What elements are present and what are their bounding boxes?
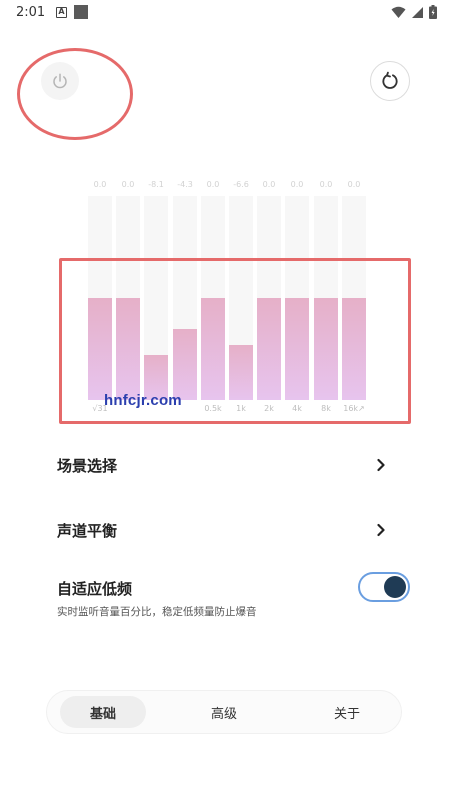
eq-band-value: -6.6	[233, 180, 249, 189]
image-placeholder-icon	[74, 5, 88, 19]
eq-band-value: 0.0	[121, 180, 135, 189]
scene-select-row[interactable]: 场景选择	[57, 455, 117, 476]
eq-band-value: 0.0	[347, 180, 361, 189]
notification-a-icon: A	[56, 7, 67, 18]
eq-band-value: -4.3	[177, 180, 193, 189]
eq-band-value: 0.0	[93, 180, 107, 189]
highlight-annotation-ellipse	[17, 48, 133, 140]
signal-icon	[412, 6, 423, 18]
battery-icon	[429, 5, 437, 19]
wifi-icon	[391, 6, 406, 18]
status-bar: 2:01 A	[0, 0, 449, 26]
reset-icon	[382, 71, 398, 89]
tab-basic[interactable]: 基础	[60, 696, 146, 728]
adaptive-bass-label: 自适应低频	[57, 580, 133, 598]
adaptive-bass-description: 实时监听音量百分比，稳定低频量防止爆音	[57, 606, 257, 618]
channel-balance-row[interactable]: 声道平衡	[57, 520, 117, 541]
bottom-tab-bar: 基础 高级 关于	[46, 690, 402, 734]
eq-band-value: 0.0	[319, 180, 333, 189]
eq-band-value: 0.0	[262, 180, 276, 189]
adaptive-bass-toggle[interactable]	[358, 572, 410, 602]
eq-band-value: 0.0	[206, 180, 220, 189]
chevron-right-icon[interactable]	[374, 458, 388, 472]
toggle-knob	[384, 576, 406, 598]
watermark-text: hnfcjr.com	[104, 392, 182, 409]
reset-button[interactable]	[370, 61, 410, 101]
chevron-right-icon[interactable]	[374, 523, 388, 537]
tab-advanced[interactable]: 高级	[181, 696, 267, 728]
eq-band-value: -8.1	[148, 180, 164, 189]
eq-band-value: 0.0	[290, 180, 304, 189]
tab-about[interactable]: 关于	[304, 696, 390, 728]
status-right-icons	[391, 5, 437, 19]
status-time: 2:01	[16, 5, 46, 20]
